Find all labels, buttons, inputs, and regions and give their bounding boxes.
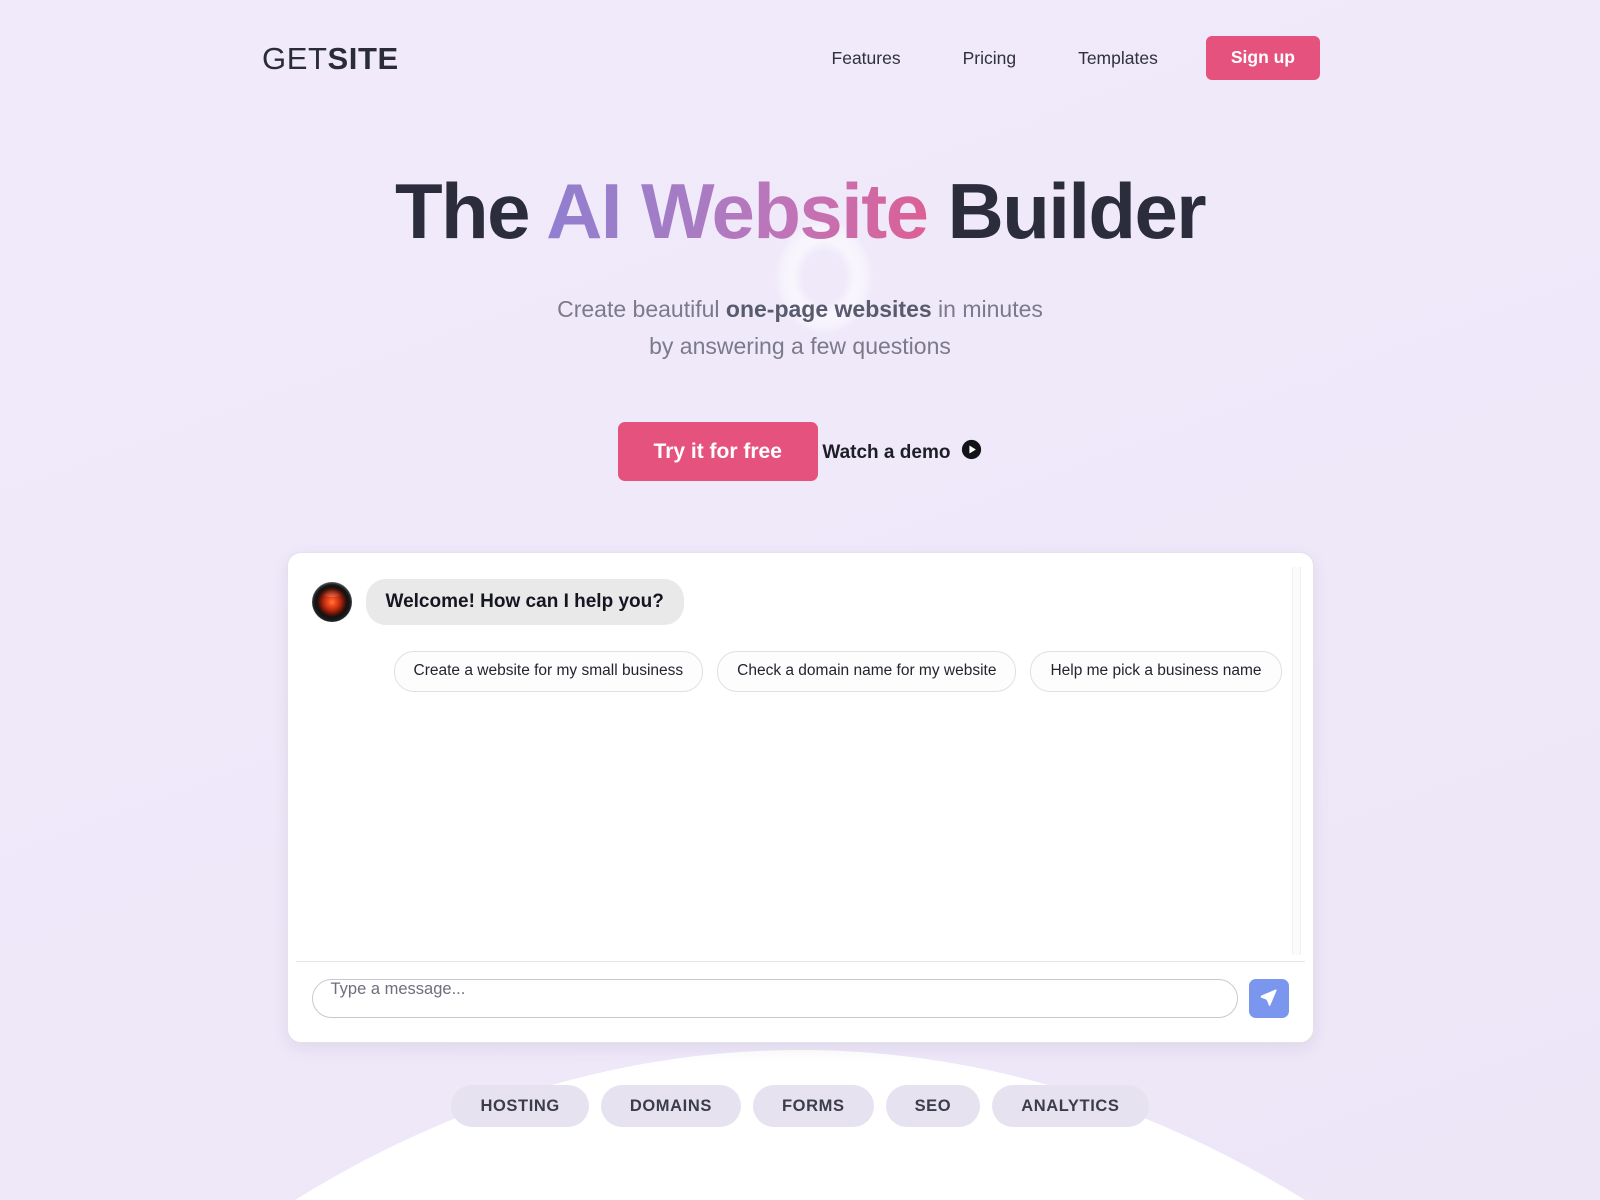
chat-widget: Welcome! How can I help you? Create a we… bbox=[286, 551, 1314, 1043]
tag-hosting[interactable]: HOSTING bbox=[451, 1084, 589, 1128]
suggestion-chip-check-domain[interactable]: Check a domain name for my website bbox=[717, 651, 1017, 693]
paper-plane-icon bbox=[1259, 987, 1278, 1009]
tag-forms[interactable]: FORMS bbox=[752, 1084, 874, 1128]
headline-gradient-text: AI Website bbox=[546, 167, 929, 255]
suggestion-chip-group: Create a website for my small business C… bbox=[312, 651, 1289, 693]
hero-cta-group: Try it for free Watch a demo bbox=[0, 415, 1600, 481]
nav-item-pricing[interactable]: Pricing bbox=[941, 40, 1039, 77]
tag-analytics[interactable]: ANALYTICS bbox=[992, 1084, 1149, 1128]
logo-site: SITE bbox=[327, 40, 399, 76]
main-nav: Features Pricing Templates Sign up bbox=[810, 36, 1320, 80]
suggestion-chip-create-website[interactable]: Create a website for my small business bbox=[393, 651, 704, 693]
headline-prefix: The bbox=[395, 167, 547, 255]
site-header: GETSITE Features Pricing Templates Sign … bbox=[0, 0, 1600, 86]
message-input[interactable] bbox=[311, 978, 1238, 1018]
hero-subtitle: Create beautiful one-page websites in mi… bbox=[0, 291, 1600, 366]
page-title: The AI Website Builder bbox=[0, 170, 1600, 253]
subtitle-line-2: by answering a few questions bbox=[649, 332, 951, 359]
subtitle-emphasis: one-page websites bbox=[725, 295, 932, 322]
watch-a-demo-button[interactable]: Watch a demo bbox=[822, 439, 982, 466]
headline-suffix: Builder bbox=[927, 167, 1206, 255]
nav-item-features[interactable]: Features bbox=[810, 40, 923, 77]
chat-scrollbar[interactable] bbox=[1291, 566, 1301, 955]
subtitle-part-2: in minutes bbox=[931, 295, 1043, 322]
send-button[interactable] bbox=[1248, 978, 1289, 1018]
play-circle-icon bbox=[961, 439, 982, 466]
feature-tag-group: HOSTING DOMAINS FORMS SEO ANALYTICS bbox=[0, 1084, 1600, 1128]
tag-seo[interactable]: SEO bbox=[885, 1084, 981, 1128]
landing-page: GETSITE Features Pricing Templates Sign … bbox=[0, 0, 1600, 1200]
tag-domains[interactable]: DOMAINS bbox=[600, 1084, 741, 1128]
signup-button[interactable]: Sign up bbox=[1205, 36, 1320, 80]
nav-item-templates[interactable]: Templates bbox=[1056, 40, 1180, 77]
assistant-greeting-bubble: Welcome! How can I help you? bbox=[365, 578, 684, 626]
logo-get: GET bbox=[262, 40, 328, 76]
watch-demo-label: Watch a demo bbox=[822, 441, 951, 463]
suggestion-chip-business-name[interactable]: Help me pick a business name bbox=[1030, 651, 1282, 693]
subtitle-part-1: Create beautiful bbox=[557, 295, 726, 322]
try-it-for-free-button[interactable]: Try it for free bbox=[617, 421, 818, 481]
chat-input-bar bbox=[295, 960, 1305, 1034]
chat-message-list: Welcome! How can I help you? Create a we… bbox=[296, 561, 1305, 961]
ai-lens-avatar-icon bbox=[311, 582, 352, 623]
logo[interactable]: GETSITE bbox=[262, 43, 399, 74]
chat-message-assistant: Welcome! How can I help you? bbox=[311, 578, 1289, 626]
hero-section: The AI Website Builder Create beautiful … bbox=[0, 86, 1600, 481]
